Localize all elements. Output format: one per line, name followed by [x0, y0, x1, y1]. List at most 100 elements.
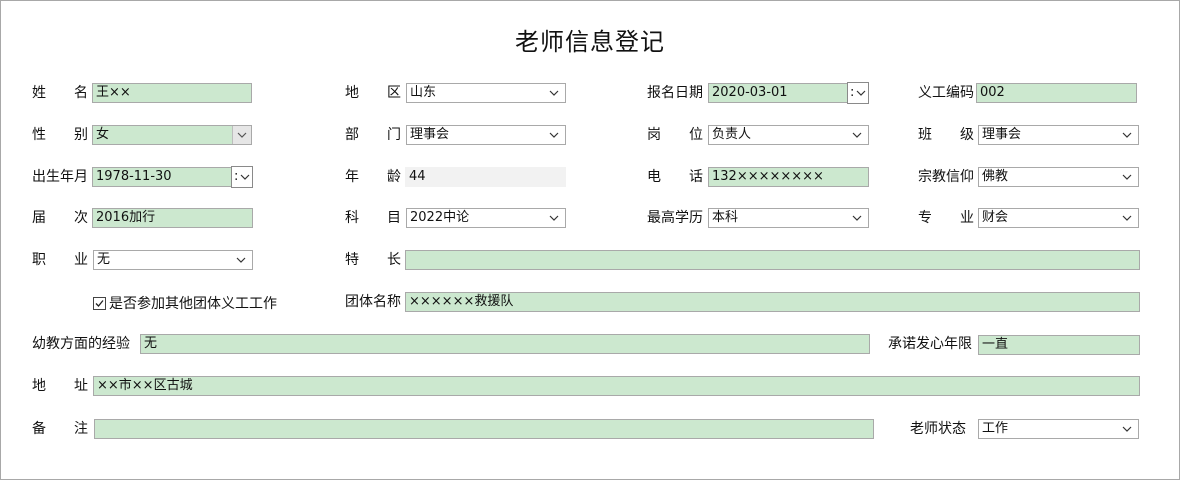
age-value: 44 — [409, 169, 426, 184]
subject-select[interactable]: 2022中论 — [406, 208, 566, 228]
occupation-select[interactable]: 无 — [93, 250, 253, 270]
group-name-value: ××××××救援队 — [409, 294, 514, 309]
label-char: 姓 — [32, 85, 46, 101]
chevron-down-icon[interactable] — [1121, 211, 1133, 225]
occupation-label: 职业 — [32, 249, 88, 271]
volunteer-id-field[interactable]: 002 — [976, 83, 1137, 103]
name-label: 姓名 — [32, 82, 88, 104]
checkbox-box[interactable] — [93, 296, 106, 310]
volunteer-id-value: 002 — [980, 85, 1005, 100]
experience-label: 幼教方面的经验 — [32, 336, 130, 352]
chevron-down-icon[interactable] — [235, 253, 247, 267]
form-title: 老师信息登记 — [515, 28, 665, 56]
phone-field[interactable]: 132×××××××× — [708, 167, 869, 187]
form-window — [0, 0, 1180, 480]
label-char: 地 — [345, 85, 359, 101]
date-spin-glyph: : — [234, 169, 239, 184]
birth-date-field[interactable]: 1978-11-30 — [92, 167, 232, 187]
chevron-down-icon[interactable] — [548, 211, 560, 225]
label-char: 别 — [74, 127, 88, 143]
age-label: 年龄 — [345, 166, 401, 188]
label-char: 业 — [960, 210, 974, 226]
education-value: 本科 — [712, 210, 739, 225]
label-char: 班 — [918, 127, 932, 143]
session-label: 届次 — [32, 207, 88, 229]
label-char: 次 — [74, 210, 88, 226]
position-select[interactable]: 负责人 — [708, 125, 869, 145]
label-char: 名 — [74, 85, 88, 101]
religion-label: 宗教信仰 — [918, 169, 974, 185]
commitment-years-label: 承诺发心年限 — [888, 336, 972, 352]
date-spin-glyph: : — [850, 85, 855, 100]
label-char: 特 — [345, 252, 359, 268]
chevron-down-icon — [856, 86, 866, 104]
label-char: 区 — [387, 85, 401, 101]
label-char: 备 — [32, 421, 46, 437]
address-field[interactable]: ××市××区古城 — [93, 376, 1140, 396]
chevron-down-icon[interactable] — [548, 128, 560, 142]
phone-value: 132×××××××× — [712, 169, 824, 184]
region-select[interactable]: 山东 — [406, 83, 566, 103]
signup-date-field[interactable]: 2020-03-01 — [708, 83, 848, 103]
chevron-down-icon[interactable] — [851, 128, 863, 142]
education-select[interactable]: 本科 — [708, 208, 869, 228]
label-char: 业 — [74, 252, 88, 268]
name-field[interactable]: 王×× — [92, 83, 252, 103]
phone-label: 电话 — [647, 166, 703, 188]
label-char: 性 — [32, 127, 46, 143]
subject-label: 科目 — [345, 207, 401, 229]
gender-select[interactable]: 女 — [92, 125, 252, 145]
label-char: 目 — [387, 210, 401, 226]
birth-date-value: 1978-11-30 — [96, 169, 172, 184]
education-label: 最高学历 — [647, 210, 703, 226]
label-char: 届 — [32, 210, 46, 226]
group-name-label: 团体名称 — [345, 294, 401, 310]
checkmark-icon — [95, 299, 104, 307]
label-char: 级 — [960, 127, 974, 143]
chevron-down-icon[interactable] — [1121, 170, 1133, 184]
address-label: 地址 — [32, 375, 88, 397]
chevron-down-icon[interactable] — [1121, 422, 1133, 436]
birth-date-picker-button[interactable]: : — [231, 166, 253, 188]
label-char: 址 — [74, 378, 88, 394]
position-value: 负责人 — [712, 127, 752, 142]
session-value: 2016加行 — [96, 210, 156, 225]
session-field[interactable]: 2016加行 — [92, 208, 253, 228]
group-name-field[interactable]: ××××××救援队 — [405, 292, 1140, 312]
address-value: ××市××区古城 — [97, 378, 193, 393]
checkbox-label: 是否参加其他团体义工工作 — [109, 296, 277, 312]
birth-date-label: 出生年月 — [32, 169, 88, 185]
chevron-down-icon[interactable] — [548, 86, 560, 100]
signup-date-label: 报名日期 — [647, 85, 703, 101]
label-char: 年 — [345, 169, 359, 185]
signup-date-value: 2020-03-01 — [712, 85, 788, 100]
label-char: 话 — [689, 169, 703, 185]
specialty-label: 特长 — [345, 249, 401, 271]
signup-date-picker-button[interactable]: : — [847, 82, 869, 104]
class-select[interactable]: 理事会 — [978, 125, 1139, 145]
label-char: 专 — [918, 210, 932, 226]
department-select[interactable]: 理事会 — [406, 125, 566, 145]
label-char: 职 — [32, 252, 46, 268]
major-select[interactable]: 财会 — [978, 208, 1139, 228]
religion-select[interactable]: 佛教 — [978, 167, 1139, 187]
other-group-volunteer-checkbox[interactable]: 是否参加其他团体义工工作 — [93, 293, 277, 313]
name-value: 王×× — [96, 85, 131, 100]
commitment-years-field[interactable]: 一直 — [978, 335, 1140, 355]
occupation-value: 无 — [97, 252, 111, 267]
teacher-status-select[interactable]: 工作 — [978, 419, 1139, 439]
experience-field[interactable]: 无 — [140, 334, 870, 354]
chevron-down-icon[interactable] — [851, 211, 863, 225]
major-value: 财会 — [982, 210, 1009, 225]
specialty-field[interactable] — [405, 250, 1140, 270]
chevron-down-icon[interactable] — [1121, 128, 1133, 142]
label-char: 科 — [345, 210, 359, 226]
chevron-down-icon[interactable] — [232, 126, 251, 144]
teacher-status-value: 工作 — [982, 421, 1009, 436]
commitment-years-value: 一直 — [982, 337, 1009, 352]
label-char: 长 — [387, 252, 401, 268]
position-label: 岗位 — [647, 124, 703, 146]
experience-value: 无 — [144, 336, 158, 351]
remarks-field[interactable] — [94, 419, 874, 439]
label-char: 电 — [647, 169, 661, 185]
